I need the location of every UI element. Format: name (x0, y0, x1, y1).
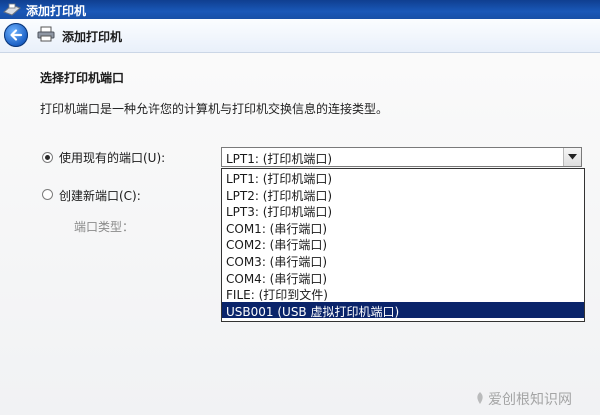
back-button[interactable] (4, 23, 28, 47)
create-new-port-label[interactable]: 创建新端口(C): (59, 187, 141, 204)
arrow-left-icon (10, 29, 23, 41)
use-existing-port-radio[interactable] (42, 152, 53, 163)
port-option-lpt1[interactable]: LPT1: (打印机端口) (222, 169, 584, 186)
section-description: 打印机端口是一种允许您的计算机与打印机交换信息的连接类型。 (40, 102, 389, 116)
watermark-text: 爱创根知识网 (488, 392, 572, 408)
printer-wizard-icon (3, 2, 21, 19)
chevron-down-icon (568, 154, 577, 160)
wizard-content: 选择打印机端口 打印机端口是一种允许您的计算机与打印机交换信息的连接类型。 使用… (0, 53, 600, 415)
printer-icon (37, 26, 55, 45)
wizard-navbar: 添加打印机 (0, 19, 600, 53)
port-dropdown-list[interactable]: LPT1: (打印机端口) LPT2: (打印机端口) LPT3: (打印机端口… (221, 168, 585, 322)
port-option-usb001[interactable]: USB001 (USB 虚拟打印机端口) (222, 301, 584, 319)
port-option-lpt3[interactable]: LPT3: (打印机端口) (222, 202, 584, 219)
port-option-lpt2[interactable]: LPT2: (打印机端口) (222, 186, 584, 203)
wizard-title: 添加打印机 (62, 30, 123, 44)
port-option-com2[interactable]: COM2: (串行端口) (222, 235, 584, 252)
existing-port-select[interactable]: LPT1: (打印机端口) (221, 147, 582, 167)
port-option-com3[interactable]: COM3: (串行端口) (222, 252, 584, 269)
window-title: 添加打印机 (26, 4, 87, 18)
port-option-com1[interactable]: COM1: (串行端口) (222, 219, 584, 236)
create-new-port-radio[interactable] (42, 189, 53, 200)
port-option-file[interactable]: FILE: (打印到文件) (222, 285, 584, 302)
watermark-logo-icon (477, 392, 483, 404)
section-heading: 选择打印机端口 (40, 71, 125, 85)
port-option-com4[interactable]: COM4: (串行端口) (222, 269, 584, 286)
use-existing-port-label[interactable]: 使用现有的端口(U): (59, 149, 165, 166)
port-type-label: 端口类型： (74, 220, 135, 234)
dropdown-button[interactable] (563, 148, 581, 166)
selected-port-value: LPT1: (打印机端口) (226, 152, 333, 166)
site-watermark: 爱创根知识网 (474, 387, 594, 409)
window-titlebar[interactable]: 添加打印机 (0, 0, 600, 19)
